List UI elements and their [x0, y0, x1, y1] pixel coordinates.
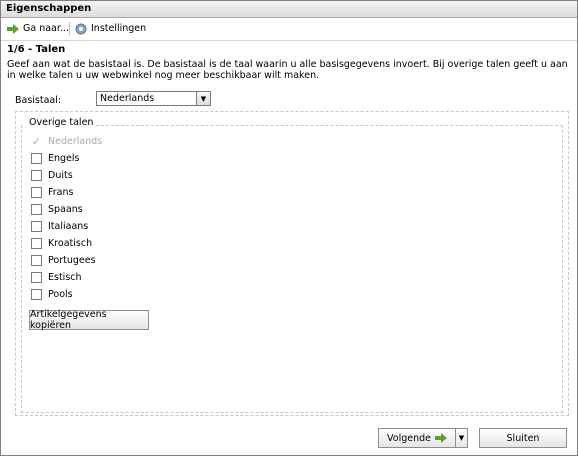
base-language-value: Nederlands: [100, 93, 155, 104]
checkbox[interactable]: [31, 153, 42, 164]
language-item-estisch[interactable]: Estisch: [31, 271, 82, 284]
language-label: Duits: [48, 170, 73, 181]
language-item-spaans[interactable]: Spaans: [31, 203, 83, 216]
language-label: Italiaans: [48, 221, 89, 232]
language-label: Estisch: [48, 272, 82, 283]
step-title: 1/6 - Talen: [7, 44, 66, 55]
next-label: Volgende: [387, 432, 431, 444]
checkbox[interactable]: [31, 221, 42, 232]
language-item-duits[interactable]: Duits: [31, 169, 73, 182]
checkbox[interactable]: [31, 238, 42, 249]
checkmark-icon: ✓: [31, 135, 42, 148]
checkbox[interactable]: [31, 255, 42, 266]
chevron-down-icon: ▼: [458, 434, 465, 442]
language-item-kroatisch[interactable]: Kroatisch: [31, 237, 92, 250]
arrow-right-icon: [7, 24, 19, 34]
checkbox[interactable]: [31, 187, 42, 198]
close-button[interactable]: Sluiten: [479, 428, 567, 448]
step-description: Geef aan wat de basistaal is. De basista…: [7, 59, 568, 81]
language-label: Spaans: [48, 204, 83, 215]
next-dropdown-button[interactable]: ▼: [455, 428, 468, 448]
checkbox[interactable]: [31, 289, 42, 300]
copy-article-data-button[interactable]: Artikelgegevens kopiëren: [29, 309, 149, 331]
language-item-italiaans[interactable]: Italiaans: [31, 220, 88, 233]
base-language-label: Basistaal:: [15, 95, 62, 106]
language-label: Nederlands: [48, 136, 103, 147]
properties-window: Eigenschappen Ga naar... Instellingen 1/…: [0, 0, 578, 456]
settings-button[interactable]: Instellingen: [75, 21, 146, 37]
language-item-engels[interactable]: Engels: [31, 152, 80, 165]
group-divider: [91, 125, 563, 126]
language-label: Pools: [48, 289, 73, 300]
next-button[interactable]: Volgende: [378, 428, 456, 448]
chevron-down-icon[interactable]: ▼: [196, 92, 210, 105]
arrow-right-icon: [434, 433, 447, 443]
language-label: Kroatisch: [48, 238, 93, 249]
settings-label: Instellingen: [91, 23, 147, 34]
checkbox[interactable]: [31, 170, 42, 181]
toolbar: Ga naar... Instellingen: [1, 18, 577, 41]
language-label: Portugees: [48, 255, 96, 266]
language-label: Engels: [48, 153, 80, 164]
checkbox[interactable]: [31, 272, 42, 283]
copy-article-data-label: Artikelgegevens kopiëren: [30, 309, 107, 331]
language-item-pools[interactable]: Pools: [31, 288, 73, 301]
goto-label: Ga naar...: [23, 23, 69, 34]
language-item-portugees[interactable]: Portugees: [31, 254, 96, 267]
checkbox[interactable]: [31, 204, 42, 215]
toolbar-separator: [69, 22, 70, 36]
language-item-nederlands: ✓ Nederlands: [31, 135, 102, 148]
goto-button[interactable]: Ga naar...: [7, 21, 69, 37]
window-title: Eigenschappen: [1, 1, 577, 18]
close-label: Sluiten: [506, 432, 540, 444]
other-languages-group: [21, 125, 563, 413]
base-language-select[interactable]: Nederlands ▼: [96, 91, 211, 106]
language-label: Frans: [48, 187, 74, 198]
other-languages-caption: Overige talen: [27, 117, 96, 128]
language-item-frans[interactable]: Frans: [31, 186, 73, 199]
gear-icon: [75, 23, 87, 35]
